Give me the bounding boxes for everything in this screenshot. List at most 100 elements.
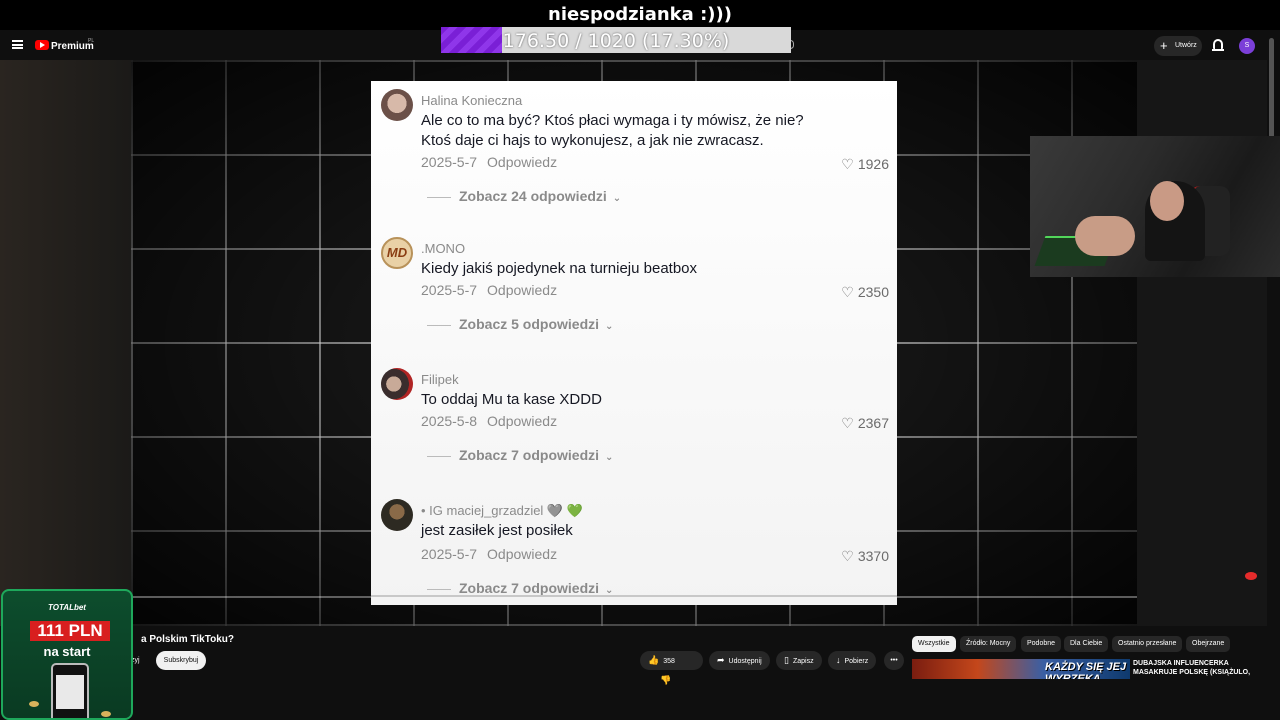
chip-watched[interactable]: Obejrzane xyxy=(1186,636,1231,652)
view-replies-label: Zobacz 24 odpowiedzi xyxy=(459,188,607,204)
comment-meta: 2025-5-8 Odpowiedz xyxy=(421,413,557,429)
comment-author[interactable]: Halina Konieczna xyxy=(421,93,522,108)
reply-button[interactable]: Odpowiedz xyxy=(487,413,557,429)
more-actions-button[interactable]: ••• xyxy=(884,651,904,670)
like-count: 358 xyxy=(663,658,675,665)
sponsor-ad[interactable]: TOTALbet 111 PLN na start xyxy=(1,589,133,720)
page-scrollbar[interactable] xyxy=(1269,38,1274,138)
comment-likes[interactable]: ♡ 1926 xyxy=(841,156,889,173)
like-count: 1926 xyxy=(857,156,889,172)
comment-text: Kiedy jakiś pojedynek na turnieju beatbo… xyxy=(421,260,698,277)
comment-avatar[interactable] xyxy=(381,89,413,121)
save-button[interactable]: ▯ Zapisz xyxy=(776,651,822,670)
suggested-video-thumbnail[interactable]: KAŻDY SIĘ JEJ WYRZEKA xyxy=(912,659,1130,679)
video-info-area: a Polskim TikToku? zyj Subskrybuj 👍 358 👎… xyxy=(0,626,1280,720)
comment-avatar[interactable]: MD xyxy=(381,237,413,269)
chevron-down-icon: ⌄ xyxy=(605,452,614,463)
thumbnail-text: KAŻDY SIĘ JEJ WYRZEKA xyxy=(1045,661,1127,679)
reply-button[interactable]: Odpowiedz xyxy=(487,282,557,298)
webcam-figure-head xyxy=(1150,181,1184,221)
chip-all[interactable]: Wszystkie xyxy=(912,636,956,652)
comment-date: 2025-5-7 xyxy=(421,282,478,298)
heart-icon[interactable]: ♡ xyxy=(841,415,854,432)
tiktok-comments-panel: Halina Konieczna Ale co to ma być? Ktoś … xyxy=(371,81,897,605)
chip-for-you[interactable]: Dla Ciebie xyxy=(1064,636,1109,652)
comment-likes[interactable]: ♡ 3370 xyxy=(841,548,889,565)
comment-date: 2025-5-8 xyxy=(421,413,478,429)
chevron-down-icon: ⌄ xyxy=(605,321,614,332)
chip-similar[interactable]: Podobne xyxy=(1021,636,1062,652)
comment-likes[interactable]: ♡ 2350 xyxy=(841,284,889,301)
comment-avatar[interactable] xyxy=(381,368,413,400)
save-label: Zapisz xyxy=(792,658,814,665)
comment-meta: 2025-5-7 Odpowiedz xyxy=(421,546,557,562)
video-title: a Polskim TikToku? xyxy=(141,634,234,645)
thumbs-up-icon[interactable]: 👍 xyxy=(648,655,659,665)
create-button[interactable]: + Utwórz xyxy=(1154,36,1202,56)
phone-image xyxy=(51,663,89,718)
chevron-down-icon: ⌄ xyxy=(612,193,622,204)
account-avatar[interactable]: S xyxy=(1239,38,1255,54)
donation-goal-bar: 176.50 / 1020 (17.30%) xyxy=(441,27,791,53)
share-label: Udostępnij xyxy=(728,658,762,665)
view-replies-label: Zobacz 5 odpowiedzi xyxy=(459,316,600,332)
comment-author[interactable]: .MONO xyxy=(421,241,465,256)
coin-icon xyxy=(101,711,111,717)
view-replies-button[interactable]: Zobacz 24 odpowiedzi ⌄ xyxy=(427,188,621,204)
comment-meta: 2025-5-7 Odpowiedz xyxy=(421,282,557,298)
comment-author[interactable]: Filipek xyxy=(421,372,459,387)
download-button[interactable]: ↓ Pobierz xyxy=(828,651,877,670)
region-label: PL xyxy=(88,38,95,44)
reply-button[interactable]: Odpowiedz xyxy=(487,154,557,170)
heart-icon[interactable]: ♡ xyxy=(841,284,854,301)
view-replies-label: Zobacz 7 odpowiedzi xyxy=(459,447,600,463)
view-replies-button[interactable]: Zobacz 5 odpowiedzi ⌄ xyxy=(427,316,613,332)
view-replies-button[interactable]: Zobacz 7 odpowiedzi ⌄ xyxy=(427,447,613,463)
overlay-title: niespodzianka :))) xyxy=(548,4,732,25)
webcam-figure-legs xyxy=(1075,216,1135,256)
stream-overlay-bar: niespodzianka :))) xyxy=(0,0,1280,30)
chip-source[interactable]: Źródło: Mocny xyxy=(960,636,1017,652)
reply-button[interactable]: Odpowiedz xyxy=(487,546,557,562)
comment-item: Filipek To oddaj Mu ta kase XDDD 2025-5-… xyxy=(371,364,897,490)
download-icon: ↓ xyxy=(836,655,841,665)
notifications-bell-icon[interactable] xyxy=(1212,39,1224,51)
ad-subtitle: na start xyxy=(43,644,91,659)
ad-brand-logo: TOTALbet xyxy=(48,603,86,612)
donation-goal-text: 176.50 / 1020 (17.30%) xyxy=(502,30,730,52)
like-count: 3370 xyxy=(857,548,889,564)
view-replies-label: Zobacz 7 odpowiedzi xyxy=(459,580,600,596)
share-button[interactable]: ➦ Udostępnij xyxy=(709,651,770,670)
more-dots-icon: ••• xyxy=(890,657,898,664)
divider-line xyxy=(427,324,451,326)
comment-text: To oddaj Mu ta kase XDDD xyxy=(421,391,602,408)
heart-icon[interactable]: ♡ xyxy=(841,156,854,173)
ambient-left-panel xyxy=(0,60,131,626)
comment-item: MD .MONO Kiedy jakiś pojedynek na turnie… xyxy=(371,233,897,359)
create-button-label: Utwórz xyxy=(1175,42,1197,49)
youtube-logo-icon[interactable] xyxy=(35,40,49,50)
comment-likes[interactable]: ♡ 2367 xyxy=(841,415,889,432)
comment-author[interactable]: • IG maciej_grzadziel 🩶 💚 xyxy=(421,503,583,519)
divider-line xyxy=(427,588,451,590)
join-button[interactable]: zyj xyxy=(131,652,151,670)
like-dislike-button[interactable]: 👍 358 👎 xyxy=(640,651,703,685)
download-label: Pobierz xyxy=(844,658,869,665)
comment-meta: 2025-5-7 Odpowiedz xyxy=(421,154,557,170)
plus-icon: + xyxy=(1160,38,1168,53)
hamburger-menu-icon[interactable] xyxy=(12,40,23,49)
view-replies-button[interactable]: Zobacz 7 odpowiedzi ⌄ xyxy=(427,580,613,596)
comment-text: Ale co to ma być? Ktoś płaci wymaga i ty… xyxy=(421,112,804,149)
comment-item: • IG maciej_grzadziel 🩶 💚 jest zasiłek j… xyxy=(371,495,897,605)
comment-item: Halina Konieczna Ale co to ma być? Ktoś … xyxy=(371,85,897,211)
divider-line xyxy=(427,196,451,198)
comment-avatar[interactable] xyxy=(381,499,413,531)
thumbs-down-icon[interactable]: 👎 xyxy=(660,675,671,685)
coin-icon xyxy=(29,701,39,707)
chip-recently-uploaded[interactable]: Ostatnio przesłane xyxy=(1112,636,1183,652)
heart-icon[interactable]: ♡ xyxy=(841,548,854,565)
ad-bonus-amount: 111 PLN xyxy=(30,621,110,641)
suggested-video-title[interactable]: DUBAJSKA INFLUENCERKA MASAKRUJE POLSKĘ (… xyxy=(1133,659,1273,677)
subscribe-button[interactable]: Subskrybuj xyxy=(156,651,206,670)
share-icon: ➦ xyxy=(717,655,725,665)
